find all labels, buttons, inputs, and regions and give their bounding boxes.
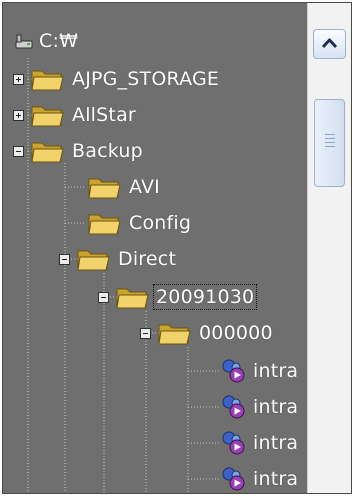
tree-item-direct[interactable]: Direct [59,241,176,277]
collapse-icon[interactable] [59,253,70,265]
tree-file-label: intra [253,360,299,382]
scroll-thumb[interactable] [314,99,345,187]
folder-icon [77,250,110,271]
collapse-icon[interactable] [98,291,109,303]
tree-file-intra-3[interactable]: intra [221,425,298,461]
folder-icon [88,214,121,235]
tree-item-config[interactable]: Config [87,205,191,241]
vertical-scrollbar[interactable] [307,3,351,493]
folder-icon [116,288,149,309]
drive-icon [15,34,33,49]
tree-file-label: intra [253,432,299,454]
tree-root-label: C:₩ [39,30,79,52]
video-file-icon [222,467,245,491]
tree-item-000000[interactable]: 000000 [140,315,273,351]
video-file-icon [222,431,245,455]
folder-icon [31,106,64,127]
tree-item-backup[interactable]: Backup [13,133,143,169]
tree-item-label: Config [129,212,192,234]
chevron-up-icon [321,38,338,49]
folder-icon [31,142,64,163]
tree-item-label: Backup [72,140,143,162]
tree-item-label: AJPG_STORAGE [72,68,220,90]
video-file-icon [222,395,245,419]
tree-item-allstar[interactable]: AllStar [13,97,136,133]
folder-icon [88,178,121,199]
tree-item-20091030[interactable]: 20091030 [98,279,258,315]
tree-file-intra-1[interactable]: intra [221,353,298,389]
video-file-icon [222,359,245,383]
tree-item-ajpg-storage[interactable]: AJPG_STORAGE [13,61,219,97]
tree-root-drive[interactable]: C:₩ [15,23,78,59]
collapse-icon[interactable] [140,327,151,339]
tree-item-label: AllStar [72,104,136,126]
tree-item-label: 20091030 [153,284,258,310]
tree-file-intra-4[interactable]: intra [221,461,298,493]
folder-tree: C:₩ AJPG_STORAGE AllStar Backup AVI Conf… [3,3,307,493]
tree-item-label: 000000 [199,322,273,344]
expand-icon[interactable] [13,109,24,121]
tree-item-label: AVI [129,176,160,198]
tree-item-label: Direct [118,248,177,270]
tree-item-avi[interactable]: AVI [87,169,160,205]
collapse-icon[interactable] [13,145,24,157]
folder-browser: C:₩ AJPG_STORAGE AllStar Backup AVI Conf… [2,2,352,494]
grip-icon [325,134,335,150]
tree-file-label: intra [253,396,299,418]
folder-icon [158,324,191,345]
tree-file-label: intra [253,468,299,490]
tree-file-intra-2[interactable]: intra [221,389,298,425]
expand-icon[interactable] [13,73,24,85]
folder-icon [31,70,64,91]
scroll-up-button[interactable] [313,29,346,59]
